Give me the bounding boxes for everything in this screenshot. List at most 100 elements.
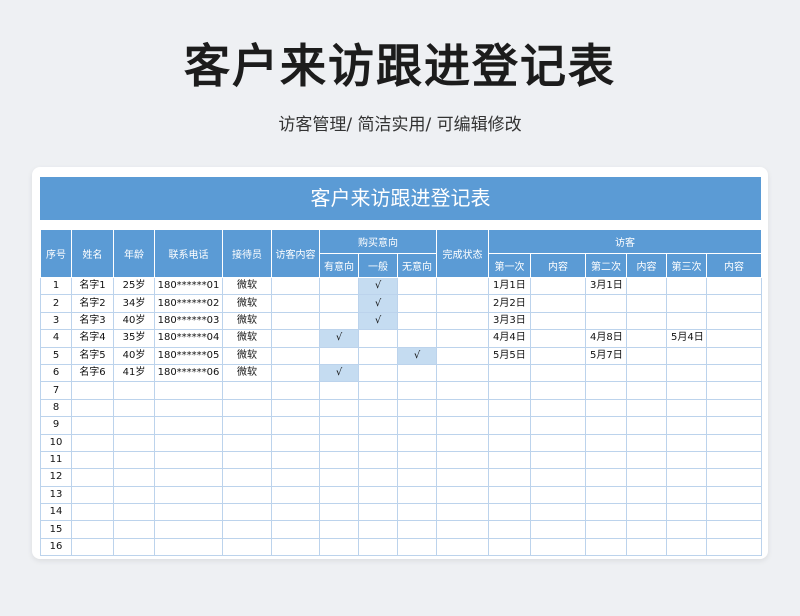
cell-content2[interactable] (626, 381, 668, 400)
cell-intent-yes[interactable] (319, 398, 359, 418)
cell-phone[interactable] (154, 520, 223, 539)
cell-intent-yes[interactable] (319, 503, 359, 522)
cell-first[interactable] (488, 485, 532, 505)
cell-intent-yes[interactable]: √ (319, 363, 359, 383)
cell-visit-content[interactable] (271, 346, 320, 365)
cell-seq[interactable]: 12 (40, 468, 72, 487)
cell-intent-yes[interactable] (319, 311, 359, 331)
cell-intent-no[interactable] (396, 329, 438, 348)
cell-intent-normal[interactable] (358, 485, 398, 505)
cell-second[interactable] (585, 381, 628, 400)
cell-content3[interactable] (706, 381, 763, 400)
cell-intent-yes[interactable] (319, 294, 359, 313)
cell-seq[interactable]: 15 (40, 520, 72, 539)
cell-seq[interactable]: 8 (40, 398, 72, 418)
cell-intent-normal[interactable]: √ (358, 294, 398, 313)
cell-second[interactable] (585, 363, 628, 383)
cell-age[interactable] (113, 485, 155, 505)
cell-intent-normal[interactable] (358, 346, 398, 365)
cell-second[interactable]: 3月1日 (585, 276, 628, 296)
cell-content3[interactable] (706, 485, 763, 505)
cell-age[interactable]: 34岁 (113, 294, 155, 313)
cell-status[interactable] (436, 346, 490, 365)
cell-phone[interactable]: 180******06 (154, 363, 223, 383)
cell-intent-no[interactable] (396, 294, 438, 313)
cell-seq[interactable]: 4 (40, 329, 72, 348)
cell-third[interactable]: 5月4日 (666, 329, 708, 348)
cell-third[interactable] (666, 503, 708, 522)
cell-first[interactable] (488, 433, 532, 452)
cell-receptionist[interactable]: 微软 (222, 311, 272, 331)
cell-first[interactable]: 3月3日 (488, 311, 532, 331)
cell-receptionist[interactable] (222, 468, 272, 487)
cell-first[interactable] (488, 520, 532, 539)
cell-receptionist[interactable] (222, 381, 272, 400)
cell-status[interactable] (436, 311, 490, 331)
cell-content3[interactable] (706, 537, 763, 557)
cell-content3[interactable] (706, 294, 763, 313)
cell-intent-normal[interactable] (358, 433, 398, 452)
cell-name[interactable]: 名字6 (71, 363, 114, 383)
cell-content3[interactable] (706, 450, 763, 470)
cell-content2[interactable] (626, 311, 668, 331)
cell-intent-no[interactable] (396, 503, 438, 522)
cell-content2[interactable] (626, 294, 668, 313)
cell-status[interactable] (436, 276, 490, 296)
cell-intent-yes[interactable] (319, 381, 359, 400)
cell-third[interactable] (666, 381, 708, 400)
cell-visit-content[interactable] (271, 450, 320, 470)
cell-name[interactable]: 名字4 (71, 329, 114, 348)
cell-intent-no[interactable] (396, 363, 438, 383)
cell-visit-content[interactable] (271, 520, 320, 539)
cell-content2[interactable] (626, 450, 668, 470)
cell-visit-content[interactable] (271, 433, 320, 452)
cell-content1[interactable] (530, 503, 587, 522)
cell-intent-yes[interactable] (319, 450, 359, 470)
cell-second[interactable] (585, 433, 628, 452)
cell-intent-no[interactable] (396, 416, 438, 435)
cell-seq[interactable]: 3 (40, 311, 72, 331)
cell-name[interactable]: 名字3 (71, 311, 114, 331)
cell-second[interactable] (585, 311, 628, 331)
cell-visit-content[interactable] (271, 468, 320, 487)
cell-third[interactable] (666, 398, 708, 418)
cell-visit-content[interactable] (271, 398, 320, 418)
cell-intent-normal[interactable] (358, 416, 398, 435)
cell-status[interactable] (436, 416, 490, 435)
cell-second[interactable]: 5月7日 (585, 346, 628, 365)
cell-name[interactable] (71, 433, 114, 452)
cell-age[interactable]: 25岁 (113, 276, 155, 296)
cell-visit-content[interactable] (271, 537, 320, 557)
cell-intent-no[interactable] (396, 450, 438, 470)
cell-first[interactable] (488, 468, 532, 487)
cell-content1[interactable] (530, 468, 587, 487)
cell-intent-yes[interactable] (319, 468, 359, 487)
cell-phone[interactable] (154, 485, 223, 505)
cell-intent-no[interactable] (396, 468, 438, 487)
cell-content2[interactable] (626, 520, 668, 539)
cell-age[interactable]: 35岁 (113, 329, 155, 348)
cell-third[interactable] (666, 433, 708, 452)
cell-seq[interactable]: 9 (40, 416, 72, 435)
cell-intent-normal[interactable] (358, 468, 398, 487)
cell-intent-normal[interactable] (358, 363, 398, 383)
cell-content1[interactable] (530, 520, 587, 539)
cell-name[interactable]: 名字5 (71, 346, 114, 365)
cell-intent-normal[interactable]: √ (358, 276, 398, 296)
cell-receptionist[interactable] (222, 537, 272, 557)
cell-receptionist[interactable] (222, 416, 272, 435)
cell-seq[interactable]: 7 (40, 381, 72, 400)
cell-content2[interactable] (626, 363, 668, 383)
cell-first[interactable] (488, 381, 532, 400)
cell-receptionist[interactable] (222, 450, 272, 470)
cell-receptionist[interactable]: 微软 (222, 276, 272, 296)
cell-receptionist[interactable] (222, 398, 272, 418)
cell-phone[interactable] (154, 398, 223, 418)
cell-first[interactable] (488, 398, 532, 418)
cell-intent-normal[interactable] (358, 329, 398, 348)
cell-content1[interactable] (530, 433, 587, 452)
cell-status[interactable] (436, 381, 490, 400)
cell-content1[interactable] (530, 346, 587, 365)
cell-content2[interactable] (626, 276, 668, 296)
cell-content2[interactable] (626, 416, 668, 435)
